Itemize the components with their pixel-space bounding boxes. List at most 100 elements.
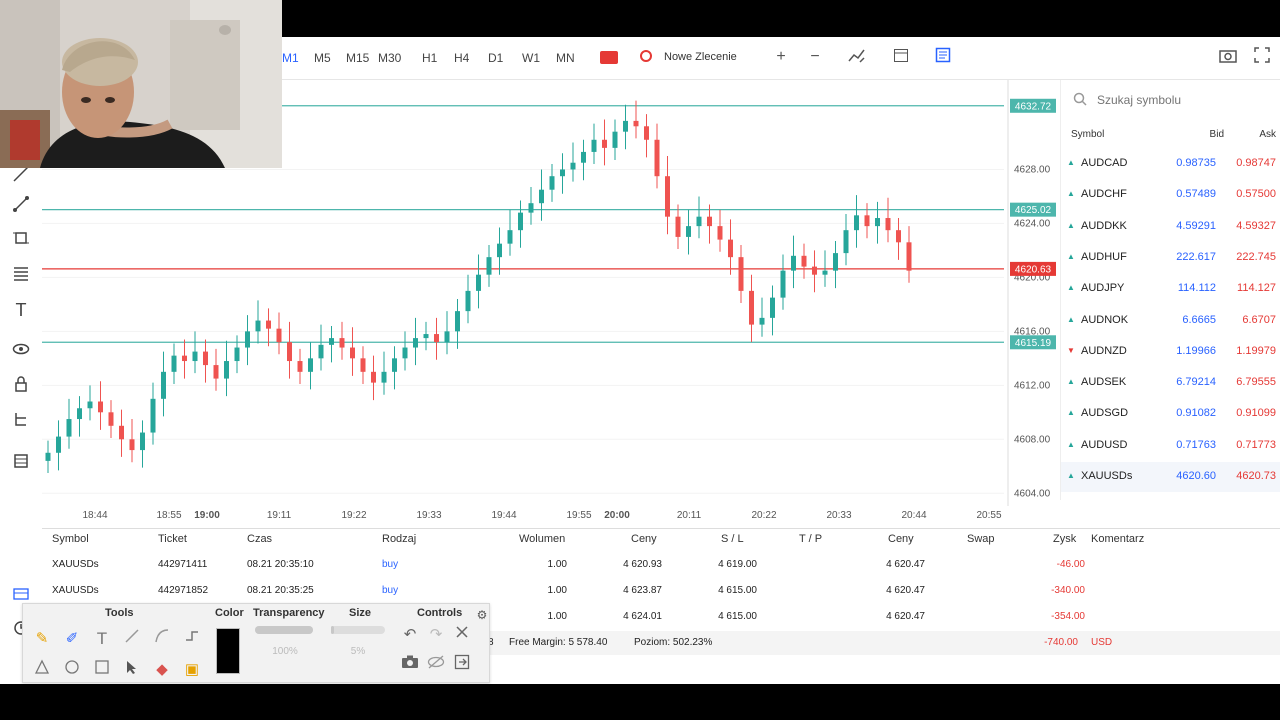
candle [833,240,838,289]
tree-icon[interactable] [10,411,32,433]
timeframe-h4[interactable]: H4 [454,51,469,65]
col-ticket[interactable]: Ticket [158,533,187,545]
undo-icon[interactable]: ↶ [399,624,421,646]
exit-icon[interactable] [451,654,473,676]
candle-body [245,331,250,348]
col-current-price[interactable]: Ceny [888,533,914,545]
symbol-search-input[interactable] [1095,88,1269,112]
watchlist-row[interactable]: ▲ AUDJPY 114.112 114.127 [1061,274,1280,304]
rectangle-annotation-icon[interactable] [91,659,113,681]
x-tick-label: 19:00 [194,510,220,521]
timeframe-m1[interactable]: M1 [282,51,299,65]
header-ask[interactable]: Ask [1231,129,1276,140]
header-symbol[interactable]: Symbol [1071,129,1104,140]
position-ticket: 442971411 [158,559,208,570]
x-tick-label: 20:00 [604,510,630,521]
eraser-icon[interactable]: ◆ [151,659,173,681]
transparency-heading: Transparency [253,607,325,619]
hide-annotations-icon[interactable] [425,654,447,676]
candle [371,355,376,401]
col-swap[interactable]: Swap [967,533,995,545]
col-volume[interactable]: Wolumen [519,533,565,545]
col-tp[interactable]: T / P [799,533,822,545]
redo-icon[interactable]: ↷ [425,624,447,646]
timeframe-m15[interactable]: M15 [346,51,369,65]
candle-body [906,242,912,271]
position-profit: -340.00 [1051,585,1085,596]
watchlist-symbol: AUDUSD [1081,438,1128,451]
fibonacci-tool-icon[interactable] [10,264,32,286]
circle-annotation-icon[interactable] [61,659,83,681]
template-icon[interactable] [933,47,953,67]
watchlist-row[interactable]: ▲ AUDUSD 0.71763 0.71773 [1061,431,1280,461]
trendline-tool-icon[interactable] [10,195,32,217]
pen-icon[interactable]: ✐ [61,628,83,650]
text-annotation-icon[interactable]: T [91,628,113,650]
x-tick-label: 20:44 [901,510,926,521]
timeframe-mn[interactable]: MN [556,51,575,65]
timeframe-w1[interactable]: W1 [522,51,540,65]
screenshot-icon[interactable] [1218,47,1238,67]
objects-list-icon[interactable] [10,453,32,475]
candle-body [66,419,72,437]
calendar-icon[interactable] [891,47,911,67]
new-order-button[interactable]: Nowe Zlecenie [664,51,737,63]
position-row[interactable]: XAUUSDs 442971852 08.21 20:35:25 buy 1.00 4 6… [42,579,1280,605]
line-annotation-icon[interactable] [121,628,143,650]
fill-icon[interactable]: ▣ [181,659,203,681]
curve-annotation-icon[interactable] [151,628,173,650]
size-slider[interactable] [331,626,385,634]
flag-icon[interactable] [600,51,618,64]
webcam-overlay [0,0,282,168]
candle-body [675,216,681,237]
position-type[interactable]: buy [382,559,398,570]
timeframe-h1[interactable]: H1 [422,51,437,65]
crop-tool-icon[interactable] [10,229,32,251]
arrow-annotation-icon[interactable] [181,628,203,650]
clear-icon[interactable] [451,624,473,646]
lasso-annotation-icon[interactable] [31,659,53,681]
watchlist-row[interactable]: ▲ AUDHUF 222.617 222.745 [1061,243,1280,273]
line-tool-icon[interactable] [10,165,32,187]
watchlist-ask: 0.91099 [1236,407,1276,420]
col-symbol[interactable]: Symbol [52,533,89,545]
lock-icon[interactable] [10,376,32,398]
position-type[interactable]: buy [382,585,398,596]
text-tool-icon[interactable]: T [10,299,32,321]
candle-body [539,189,544,204]
indicators-icon[interactable] [847,47,867,67]
col-type[interactable]: Rodzaj [382,533,416,545]
col-time[interactable]: Czas [247,533,272,545]
plus-icon[interactable]: + [771,47,791,67]
fullscreen-icon[interactable] [1252,47,1272,67]
arrow-up-icon: ▲ [1067,471,1075,480]
col-sl[interactable]: S / L [721,533,744,545]
highlighter-icon[interactable]: ✎ [31,628,53,650]
timeframe-d1[interactable]: D1 [488,51,503,65]
watchlist-row[interactable]: ▼ AUDNZD 1.19966 1.19979 [1061,337,1280,367]
timeframe-m30[interactable]: M30 [378,51,401,65]
minus-icon[interactable]: − [805,47,825,67]
new-order-icon[interactable] [640,50,652,62]
col-profit[interactable]: Zysk [1053,533,1076,545]
candle-body [518,212,523,231]
settings-gear-icon[interactable]: ⚙ [471,604,493,626]
header-bid[interactable]: Bid [1169,129,1224,140]
watchlist-row[interactable]: ▲ AUDCHF 0.57489 0.57500 [1061,180,1280,210]
watchlist-row[interactable]: ▲ AUDCAD 0.98735 0.98747 [1061,149,1280,179]
watchlist-row[interactable]: ▲ AUDSGD 0.91082 0.91099 [1061,399,1280,429]
position-row[interactable]: XAUUSDs 442971411 08.21 20:35:10 buy 1.00 4 6… [42,553,1280,579]
watchlist-row[interactable]: ▲ XAUUSDs 4620.60 4620.73 [1061,462,1280,492]
eye-icon[interactable] [10,341,32,363]
pointer-icon[interactable] [121,659,143,681]
candle [182,339,187,379]
timeframe-m5[interactable]: M5 [314,51,331,65]
camera-icon[interactable] [399,654,421,676]
color-swatch[interactable] [216,628,240,674]
watchlist-row[interactable]: ▲ AUDNOK 6.6665 6.6707 [1061,306,1280,336]
candle [308,342,313,390]
watchlist-row[interactable]: ▲ AUDDKK 4.59291 4.59327 [1061,212,1280,242]
col-comment[interactable]: Komentarz [1091,533,1144,545]
col-open-price[interactable]: Ceny [631,533,657,545]
watchlist-row[interactable]: ▲ AUDSEK 6.79214 6.79555 [1061,368,1280,398]
